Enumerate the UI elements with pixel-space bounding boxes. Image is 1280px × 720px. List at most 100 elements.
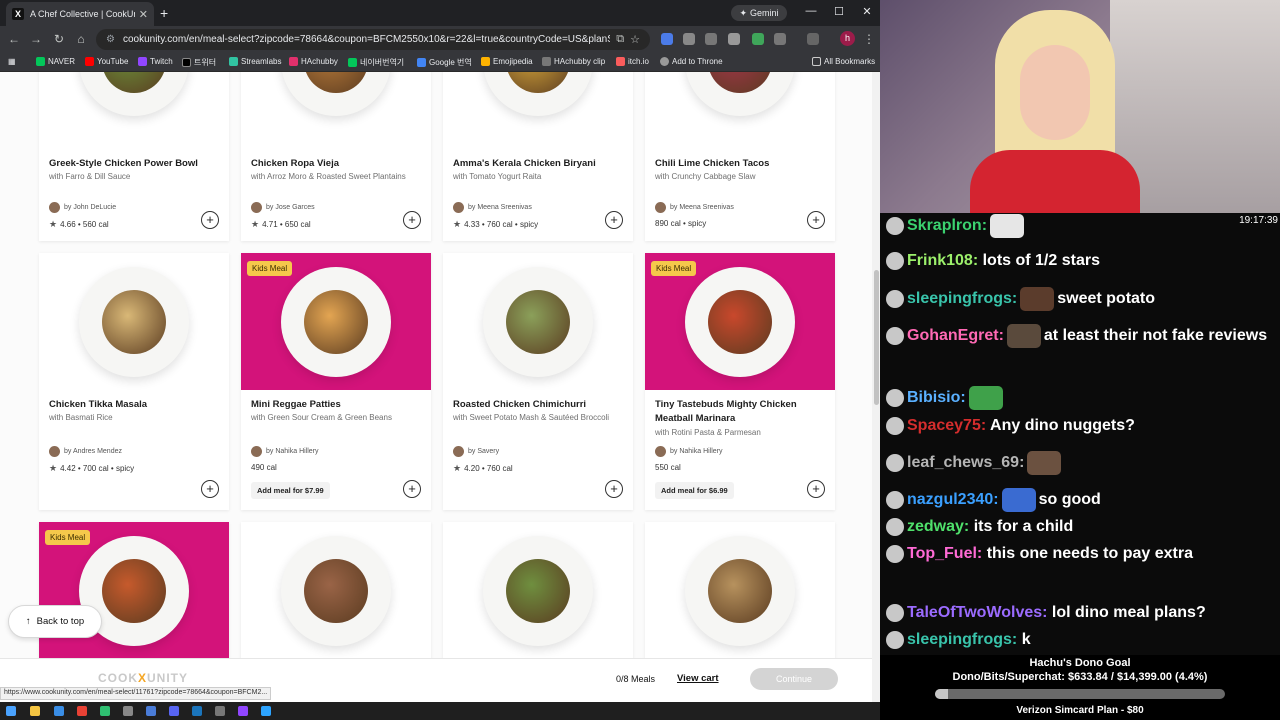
reload-icon[interactable]: ↻ [52, 32, 66, 46]
scrollbar-thumb[interactable] [874, 270, 879, 405]
file-explorer-icon[interactable] [30, 706, 40, 716]
extension-icon[interactable] [661, 33, 673, 45]
minimize-icon[interactable]: — [803, 5, 819, 17]
obs-icon[interactable] [215, 706, 225, 716]
meal-title[interactable]: Chili Lime Chicken Tacos [655, 157, 830, 171]
tab-close-icon[interactable]: ✕ [139, 8, 148, 21]
bookmark-hachubby-clip[interactable]: HAchubby clip [542, 57, 605, 66]
meal-image[interactable] [443, 522, 633, 658]
chat-username[interactable]: Top_Fuel: [907, 545, 982, 562]
meal-title[interactable]: Roasted Chicken Chimichurri [453, 398, 628, 412]
meal-card[interactable]: Roasted Chicken Chimichurri with Sweet Po… [443, 253, 633, 510]
add-meal-button[interactable]: + [807, 480, 825, 498]
forward-arrow-icon[interactable]: → [29, 32, 43, 46]
meal-title[interactable]: Chicken Ropa Vieja [251, 157, 426, 171]
bookmark-twitter[interactable]: 트위터 [182, 57, 216, 68]
chef-byline[interactable]: by Jose Garces [251, 202, 315, 213]
home-icon[interactable]: ⌂ [74, 32, 88, 46]
chrome-icon[interactable] [77, 706, 87, 716]
bookmark-google-translate[interactable]: Google 번역 [417, 57, 472, 68]
meal-card[interactable] [443, 522, 633, 658]
add-meal-button[interactable]: + [807, 211, 825, 229]
chat-username[interactable]: Skraplron: [907, 217, 987, 234]
new-tab-button[interactable]: + [160, 5, 168, 21]
add-meal-button[interactable]: + [605, 480, 623, 498]
chat-username[interactable]: sleepingfrogs: [907, 290, 1017, 307]
windows-start-icon[interactable] [6, 706, 16, 716]
meal-title[interactable]: Greek-Style Chicken Power Bowl [49, 157, 224, 171]
chat-username[interactable]: Bibisio: [907, 389, 966, 406]
bookmark-twitch[interactable]: Twitch [138, 57, 173, 66]
meal-card[interactable]: Chicken Ropa Vieja with Arroz Moro & Roas… [241, 72, 431, 241]
bookmark-hachubby[interactable]: HAchubby [289, 57, 338, 66]
back-arrow-icon[interactable]: ← [7, 32, 21, 46]
close-window-icon[interactable]: ✕ [859, 5, 875, 18]
meal-image[interactable]: Kids Meal [645, 253, 835, 390]
steam-icon[interactable] [192, 706, 202, 716]
bookmark-star-icon[interactable]: ☆ [630, 33, 640, 46]
extension-icon[interactable] [752, 33, 764, 45]
meal-card[interactable] [645, 522, 835, 658]
continue-button[interactable]: Continue [750, 668, 838, 690]
add-meal-button[interactable]: + [403, 480, 421, 498]
meal-title[interactable]: Chicken Tikka Masala [49, 398, 224, 412]
add-meal-button[interactable]: + [403, 211, 421, 229]
meal-image[interactable] [645, 72, 835, 149]
chef-byline[interactable]: by Meena Sreenivas [655, 202, 734, 213]
site-info-icon[interactable]: ⚙ [106, 34, 115, 45]
extensions-puzzle-icon[interactable] [774, 33, 786, 45]
tab-cookunity[interactable]: X A Chef Collective | CookUnity | ✕ [6, 2, 154, 26]
discord-icon[interactable] [169, 706, 179, 716]
chef-byline[interactable]: by Nahika Hillery [655, 446, 723, 457]
bookmark-throne[interactable]: Add to Throne [660, 57, 723, 66]
apps-grid-icon[interactable]: ▦ [8, 57, 16, 66]
meal-image[interactable] [39, 72, 229, 149]
all-bookmarks[interactable]: All Bookmarks [812, 57, 875, 66]
profile-avatar[interactable]: h [840, 31, 855, 46]
menu-kebab-icon[interactable]: ⋮ [862, 32, 876, 46]
back-to-top-button[interactable]: ↑ Back to top [8, 605, 102, 638]
taskbar-app-icon[interactable] [238, 706, 248, 716]
chat-username[interactable]: Frink108: [907, 252, 978, 269]
meal-card[interactable]: Greek-Style Chicken Power Bowl with Farro… [39, 72, 229, 241]
maximize-icon[interactable]: ☐ [831, 5, 847, 18]
meal-image[interactable] [241, 522, 431, 658]
meal-title[interactable]: Amma's Kerala Chicken Biryani [453, 157, 628, 171]
add-meal-button[interactable]: + [605, 211, 623, 229]
chef-byline[interactable]: by Savery [453, 446, 499, 457]
taskbar-app-icon[interactable] [100, 706, 110, 716]
extension-icon[interactable] [728, 33, 740, 45]
chef-byline[interactable]: by Meena Sreenivas [453, 202, 532, 213]
meal-image[interactable] [241, 72, 431, 149]
meal-image[interactable] [39, 253, 229, 390]
chef-byline[interactable]: by Nahika Hillery [251, 446, 319, 457]
meal-card[interactable]: Kids Meal Mini Reggae Patties with Green S… [241, 253, 431, 510]
chat-username[interactable]: nazgul2340: [907, 491, 999, 508]
translate-icon[interactable]: ⧉ [616, 33, 624, 46]
bookmark-itchio[interactable]: itch.io [616, 57, 649, 66]
bookmark-naver[interactable]: NAVER [36, 57, 75, 66]
bookmark-naver-translate[interactable]: 네이버번역기 [348, 57, 404, 68]
extension-icon[interactable] [683, 33, 695, 45]
view-cart-link[interactable]: View cart [677, 673, 719, 684]
meal-image[interactable] [443, 253, 633, 390]
chat-username[interactable]: zedway: [907, 518, 969, 535]
meal-image[interactable]: Kids Meal [241, 253, 431, 390]
chat-username[interactable]: leaf_chews_69: [907, 454, 1024, 471]
chef-byline[interactable]: by John DeLucie [49, 202, 116, 213]
extension-icon[interactable] [705, 33, 717, 45]
meal-card[interactable]: Kids Meal Tiny Tastebuds Mighty Chicken M… [645, 253, 835, 510]
gemini-button[interactable]: ✦ Gemini [731, 5, 787, 21]
chat-username[interactable]: Spacey75: [907, 417, 986, 434]
add-meal-button[interactable]: + [201, 480, 219, 498]
chat-username[interactable]: GohanEgret: [907, 327, 1004, 344]
meal-title[interactable]: Mini Reggae Patties [251, 398, 426, 412]
meal-image[interactable] [443, 72, 633, 149]
taskbar-app-icon[interactable] [261, 706, 271, 716]
bookmark-streamlabs[interactable]: Streamlabs [229, 57, 281, 66]
meal-card[interactable] [241, 522, 431, 658]
bookmark-youtube[interactable]: YouTube [85, 57, 128, 66]
side-panel-icon[interactable] [807, 33, 819, 45]
chat-username[interactable]: sleepingfrogs: [907, 631, 1017, 648]
meal-title[interactable]: Tiny Tastebuds Mighty Chicken Meatball M… [655, 398, 830, 426]
